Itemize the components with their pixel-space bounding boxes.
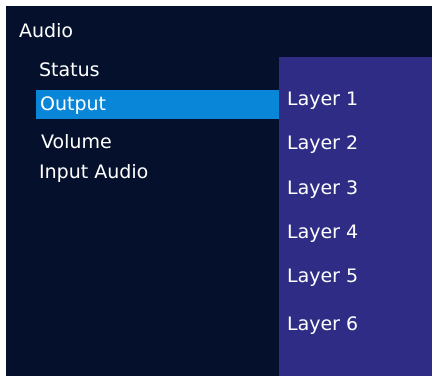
output-submenu: Layer 1 Layer 2 Layer 3 Layer 4 Layer 5 … (279, 57, 432, 376)
submenu-item-layer-2[interactable]: Layer 2 (287, 132, 358, 154)
menu-item-output[interactable]: Output (36, 90, 279, 119)
submenu-item-layer-5[interactable]: Layer 5 (287, 265, 358, 287)
menu-title: Audio (19, 20, 74, 42)
submenu-item-layer-6[interactable]: Layer 6 (287, 313, 358, 335)
menu-item-input-audio[interactable]: Input Audio (39, 161, 148, 183)
submenu-item-layer-4[interactable]: Layer 4 (287, 221, 358, 243)
menu-item-volume[interactable]: Volume (41, 131, 112, 153)
submenu-item-layer-1[interactable]: Layer 1 (287, 88, 358, 110)
menu-item-status[interactable]: Status (39, 59, 100, 81)
submenu-item-layer-3[interactable]: Layer 3 (287, 177, 358, 199)
audio-menu-panel: Audio Status Output Volume Input Audio L… (6, 6, 432, 376)
